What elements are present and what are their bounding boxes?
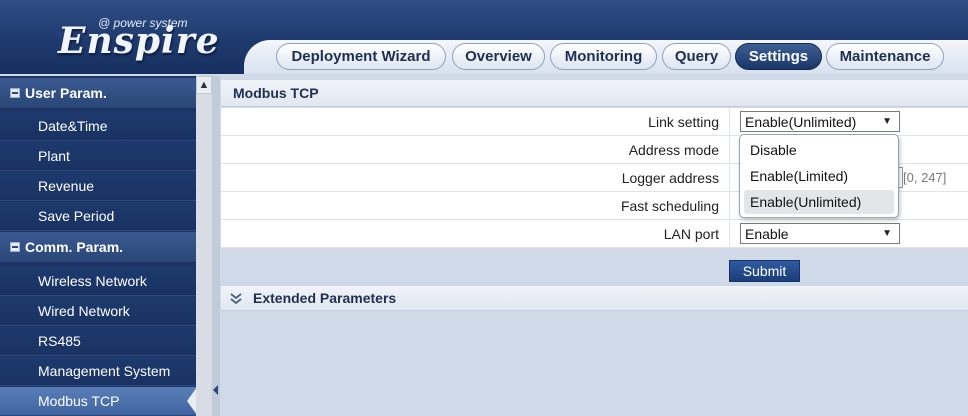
lan-port-select[interactable]: Enable ▼ (740, 223, 900, 244)
extended-parameters-header[interactable]: Extended Parameters (221, 286, 968, 311)
section-title: Modbus TCP (221, 80, 968, 107)
field-label: Address mode (628, 141, 719, 158)
field-label: LAN port (663, 225, 719, 242)
select-value: Enable(Unlimited) (745, 113, 857, 130)
select-value: Enable (745, 225, 789, 242)
app-header: @ power system Enspire Deployment Wizard… (0, 0, 968, 74)
tab-maintenance[interactable]: Maintenance (826, 43, 944, 70)
row-divider (729, 220, 730, 247)
sidebar-group-user-param[interactable]: User Param. (0, 78, 196, 108)
sidebar-item-save-period[interactable]: Save Period (0, 202, 196, 231)
sidebar-item-revenue[interactable]: Revenue (0, 172, 196, 201)
tab-settings[interactable]: Settings (735, 43, 822, 70)
sidebar-item-management-system[interactable]: Management System (0, 357, 196, 386)
sidebar: User Param. Date&Time Plant Revenue Save… (0, 76, 197, 416)
row-divider (729, 164, 730, 191)
row-divider (729, 192, 730, 219)
row-divider (729, 108, 730, 135)
field-label: Link setting (648, 113, 719, 130)
brand-name: Enspire (58, 20, 220, 62)
collapse-sidebar-arrow-icon[interactable] (213, 385, 218, 395)
range-hint: [0, 247] (903, 170, 947, 185)
collapse-icon (10, 88, 20, 98)
extended-parameters-title: Extended Parameters (253, 290, 397, 306)
sidebar-item-label: Modbus TCP (38, 393, 120, 409)
sidebar-item-modbus-tcp[interactable]: Modbus TCP (0, 387, 197, 416)
panel-splitter[interactable] (212, 76, 220, 416)
submit-button[interactable]: Submit (729, 260, 800, 282)
field-label: Fast scheduling (620, 197, 719, 214)
link-setting-select[interactable]: Enable(Unlimited) ▼ (740, 111, 900, 132)
dropdown-option-enable-limited[interactable]: Enable(Limited) (744, 164, 894, 188)
sidebar-item-plant[interactable]: Plant (0, 142, 196, 171)
link-setting-dropdown-list: Disable Enable(Limited) Enable(Unlimited… (739, 134, 899, 218)
sidebar-scrollbar[interactable] (196, 76, 212, 416)
main-content: Modbus TCP Link setting Enable(Unlimited… (221, 80, 968, 416)
sidebar-item-date-time[interactable]: Date&Time (0, 112, 196, 141)
sidebar-group-label: User Param. (25, 85, 107, 101)
dropdown-option-enable-unlimited[interactable]: Enable(Unlimited) (744, 190, 894, 214)
sidebar-group-label: Comm. Param. (25, 239, 124, 255)
chevron-down-icon: ▼ (882, 116, 892, 127)
chevron-down-icon: ▼ (882, 228, 892, 239)
row-divider (729, 136, 730, 163)
tab-monitoring[interactable]: Monitoring (550, 43, 657, 70)
collapse-icon (10, 242, 20, 252)
sidebar-item-wireless-network[interactable]: Wireless Network (0, 267, 196, 296)
sidebar-item-rs485[interactable]: RS485 (0, 327, 196, 356)
tab-overview[interactable]: Overview (452, 43, 545, 70)
sidebar-group-comm-param[interactable]: Comm. Param. (0, 232, 196, 262)
dropdown-option-disable[interactable]: Disable (744, 138, 894, 162)
sidebar-item-wired-network[interactable]: Wired Network (0, 297, 196, 326)
main-tab-bar: Deployment Wizard Overview Monitoring Qu… (244, 40, 968, 74)
tab-deployment-wizard[interactable]: Deployment Wizard (276, 43, 446, 70)
scroll-up-arrow-icon[interactable]: ▲ (196, 76, 212, 94)
tab-query[interactable]: Query (662, 43, 731, 70)
form-row-lan-port: LAN port Enable ▼ (221, 220, 968, 248)
expand-double-chevron-icon (230, 293, 242, 304)
form-row-link-setting: Link setting Enable(Unlimited) ▼ (221, 108, 968, 136)
field-label: Logger address (621, 169, 719, 186)
